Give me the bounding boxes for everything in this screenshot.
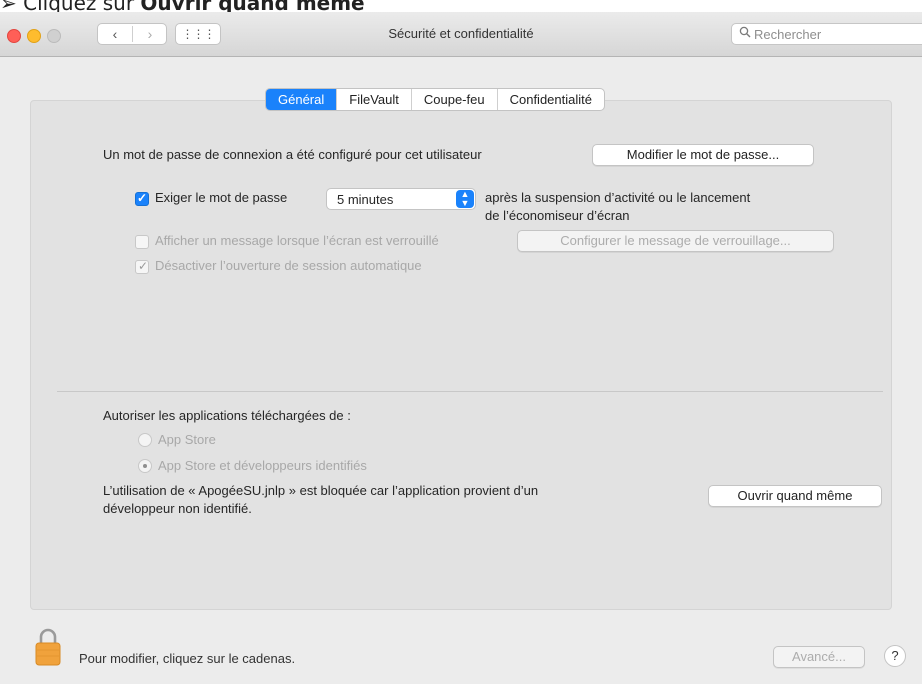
tab-filevault[interactable]: FileVault [337,89,412,110]
show-message-checkbox[interactable] [135,235,149,249]
password-configured-text: Un mot de passe de connexion a été confi… [103,147,482,162]
blocked-app-text-2: développeur non identifié. [103,501,252,516]
lock-instruction-text: Pour modifier, cliquez sur le cadenas. [79,651,296,666]
content-panel [30,100,892,610]
password-delay-value: 5 minutes [337,192,394,207]
preferences-window: ‹ › ⋮⋮⋮ Sécurité et confidentialité Rech… [0,12,922,684]
radio-app-store-label: App Store [158,432,216,447]
require-password-checkbox[interactable] [135,191,149,206]
disable-autologin-checkbox[interactable] [135,259,149,274]
disable-autologin-label: Désactiver l’ouverture de session automa… [155,258,422,273]
tab-firewall[interactable]: Coupe-feu [412,89,498,110]
help-button[interactable]: ? [884,645,906,667]
title-bar: ‹ › ⋮⋮⋮ Sécurité et confidentialité Rech… [0,12,922,57]
advanced-button[interactable]: Avancé... [773,646,865,668]
search-placeholder: Rechercher [754,27,822,42]
allow-apps-label: Autoriser les applications téléchargées … [103,408,351,423]
magnifier-icon [739,26,751,41]
tab-bar: Général FileVault Coupe-feu Confidential… [265,88,605,111]
updown-chevron-icon: ▲ ▼ [456,190,474,208]
blocked-app-text-1: L’utilisation de « ApogéeSU.jnlp » est b… [103,483,539,498]
password-delay-select[interactable]: 5 minutes ▲ ▼ [326,188,476,210]
tab-privacy[interactable]: Confidentialité [498,89,604,110]
section-divider [57,391,883,392]
tab-general[interactable]: Général [266,89,338,110]
after-suspend-text-1: après la suspension d’activité ou le lan… [485,190,751,205]
radio-app-store[interactable] [138,433,152,447]
require-password-label: Exiger le mot de passe [155,190,288,205]
change-password-button[interactable]: Modifier le mot de passe... [592,144,814,166]
lock-icon[interactable] [35,627,61,667]
show-message-label: Afficher un message lorsque l’écran est … [155,233,439,248]
configure-message-button[interactable]: Configurer le message de verrouillage... [517,230,834,252]
after-suspend-text-2: de l’économiseur d’écran [485,208,630,223]
open-anyway-button[interactable]: Ouvrir quand même [708,485,882,507]
search-field[interactable]: Rechercher [731,23,922,45]
radio-app-store-developers[interactable] [138,459,152,473]
radio-app-store-developers-label: App Store et développeurs identifiés [158,458,367,473]
